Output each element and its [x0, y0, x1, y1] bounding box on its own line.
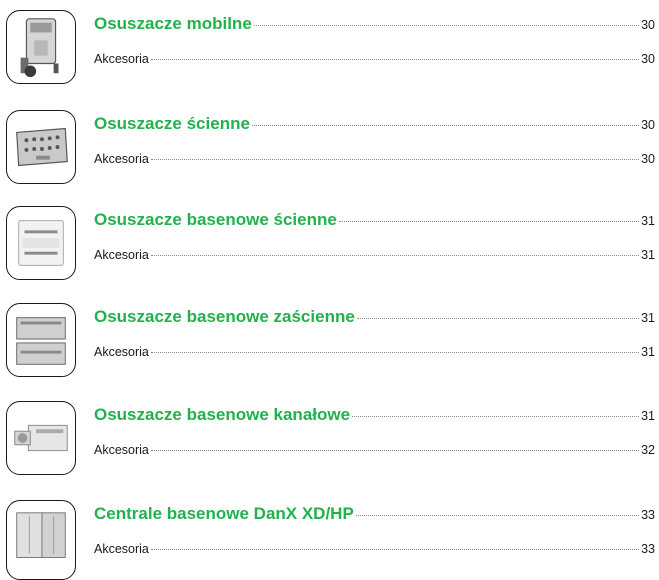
dotted-leader	[150, 549, 640, 550]
section-title: Osuszacze basenowe kanałowe	[94, 405, 351, 424]
page-number: 30	[641, 52, 655, 66]
toc-section-pool-behind-wall: Osuszacze basenowe zaścienne 31 Akcesori…	[0, 303, 659, 388]
toc-entry-accessories[interactable]: Akcesoria 31	[94, 345, 655, 359]
page-number: 30	[641, 152, 655, 166]
toc-section-pool-duct: Osuszacze basenowe kanałowe 31 Akcesoria…	[0, 401, 659, 486]
page-number: 30	[641, 18, 655, 32]
section-title: Centrale basenowe DanX XD/HP	[94, 504, 354, 523]
subsection-label: Akcesoria	[94, 248, 149, 262]
dotted-leader	[150, 255, 640, 256]
subsection-label: Akcesoria	[94, 152, 149, 166]
section-title: Osuszacze basenowe zaścienne	[94, 307, 355, 326]
toc-entry-accessories[interactable]: Akcesoria 32	[94, 443, 655, 457]
subsection-label: Akcesoria	[94, 443, 149, 457]
dotted-leader	[356, 318, 640, 319]
page-number: 30	[641, 118, 655, 132]
section-title: Osuszacze ścienne	[94, 114, 250, 133]
dotted-leader	[352, 416, 640, 417]
page-number: 31	[641, 311, 655, 325]
section-title: Osuszacze basenowe ścienne	[94, 210, 337, 229]
toc-entry-accessories[interactable]: Akcesoria 30	[94, 52, 655, 66]
pool-behind-wall-dehumidifier-icon	[6, 303, 76, 377]
dotted-leader	[150, 352, 640, 353]
toc-entry-accessories[interactable]: Akcesoria 33	[94, 542, 655, 556]
page-number: 31	[641, 248, 655, 262]
page-number: 33	[641, 508, 655, 522]
dotted-leader	[355, 515, 640, 516]
dotted-leader	[150, 450, 640, 451]
toc-entry-accessories[interactable]: Akcesoria 30	[94, 152, 655, 166]
page-number: 32	[641, 443, 655, 457]
dotted-leader	[150, 59, 640, 60]
toc-section-pool-wall: Osuszacze basenowe ścienne 31 Akcesoria …	[0, 206, 659, 291]
toc-entry-title[interactable]: Osuszacze ścienne 30	[94, 114, 655, 134]
toc-entry-title[interactable]: Osuszacze basenowe zaścienne 31	[94, 307, 655, 327]
pool-wall-dehumidifier-icon	[6, 206, 76, 280]
dotted-leader	[338, 221, 640, 222]
toc-entry-title[interactable]: Osuszacze mobilne 30	[94, 14, 655, 34]
toc-section-pool-ahu: Centrale basenowe DanX XD/HP 33 Akcesori…	[0, 500, 659, 580]
dotted-leader	[253, 25, 640, 26]
subsection-label: Akcesoria	[94, 52, 149, 66]
page-number: 31	[641, 345, 655, 359]
wall-dehumidifier-icon	[6, 110, 76, 184]
page-number: 31	[641, 409, 655, 423]
section-title: Osuszacze mobilne	[94, 14, 252, 33]
toc-entry-title[interactable]: Centrale basenowe DanX XD/HP 33	[94, 504, 655, 524]
subsection-label: Akcesoria	[94, 542, 149, 556]
toc-entry-title[interactable]: Osuszacze basenowe ścienne 31	[94, 210, 655, 230]
subsection-label: Akcesoria	[94, 345, 149, 359]
mobile-dehumidifier-icon	[6, 10, 76, 84]
toc-section-mobile: Osuszacze mobilne 30 Akcesoria 30	[0, 10, 659, 95]
toc-entry-title[interactable]: Osuszacze basenowe kanałowe 31	[94, 405, 655, 425]
page-number: 33	[641, 542, 655, 556]
dotted-leader	[150, 159, 640, 160]
pool-duct-dehumidifier-icon	[6, 401, 76, 475]
pool-air-handling-unit-icon	[6, 500, 76, 580]
page-number: 31	[641, 214, 655, 228]
toc-section-wall: Osuszacze ścienne 30 Akcesoria 30	[0, 110, 659, 195]
toc-entry-accessories[interactable]: Akcesoria 31	[94, 248, 655, 262]
dotted-leader	[251, 125, 640, 126]
